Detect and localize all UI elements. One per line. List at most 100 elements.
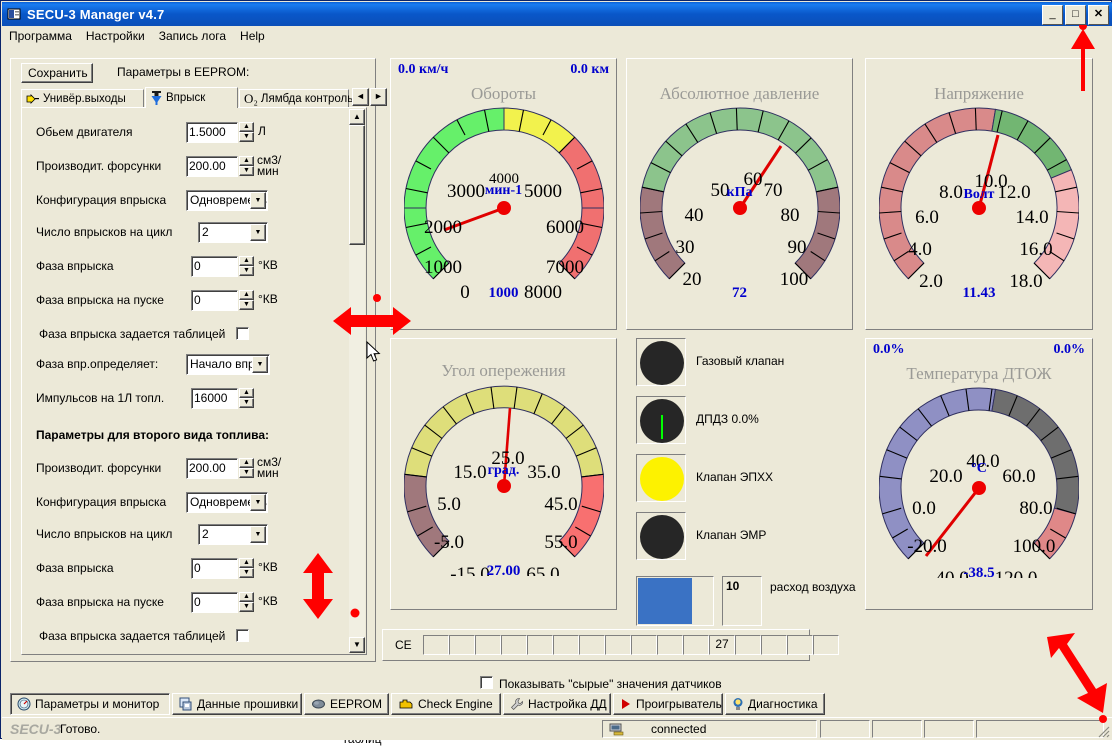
epxx-valve-lamp-box[interactable] — [636, 454, 686, 502]
close-button[interactable]: ✕ — [1088, 5, 1109, 25]
injection-phase-spinner[interactable]: ▲ ▼ — [239, 256, 254, 277]
start-injection-phase-input[interactable]: 0 — [191, 290, 238, 311]
ce-cell[interactable] — [527, 635, 553, 655]
injector-flow-spinner[interactable]: ▲ ▼ — [239, 156, 254, 177]
form-scrollbar[interactable]: ▲ ▼ — [349, 109, 365, 653]
phase-by-table-checkbox[interactable] — [236, 327, 249, 340]
resize-grip[interactable] — [1096, 724, 1110, 738]
gauge-unit: кПа — [726, 185, 753, 200]
chevron-down-icon[interactable]: ▼ — [250, 526, 266, 543]
bottom-tab-check-engine[interactable]: Check Engine — [391, 693, 501, 715]
menu-nastroyki[interactable]: Настройки — [79, 27, 152, 45]
engine-volume-spinner[interactable]: ▲ ▼ — [239, 122, 254, 143]
ce-cell[interactable] — [449, 635, 475, 655]
ce-cell[interactable] — [553, 635, 579, 655]
spin-down[interactable]: ▼ — [239, 602, 254, 612]
menu-help[interactable]: Help — [233, 27, 272, 45]
spin-down[interactable]: ▼ — [239, 266, 254, 276]
bottom-tab-player[interactable]: Проигрыватель — [613, 693, 723, 715]
injector-flow-input[interactable]: 200.00 — [186, 156, 238, 177]
spin-up[interactable]: ▲ — [239, 290, 254, 300]
maximize-button[interactable]: □ — [1065, 5, 1086, 25]
scroll-thumb[interactable] — [349, 125, 365, 245]
spin-up[interactable]: ▲ — [239, 558, 254, 568]
spin-down[interactable]: ▼ — [239, 398, 254, 408]
ce-cell[interactable]: 27 — [709, 635, 735, 655]
menu-programma[interactable]: Программа — [2, 27, 79, 45]
menu-zapis-loga[interactable]: Запись лога — [152, 27, 233, 45]
scroll-down-button[interactable]: ▼ — [349, 637, 365, 653]
pulses-per-liter-spinner[interactable]: ▲ ▼ — [239, 388, 254, 409]
spin-up[interactable]: ▲ — [239, 458, 254, 468]
tab-univer-vyhody[interactable]: Унивёр.выходы — [21, 89, 144, 107]
tab-lambda-kontrol[interactable]: O₂ Лямбда контроль — [239, 89, 353, 107]
ce-cell[interactable] — [787, 635, 813, 655]
ce-cell[interactable] — [605, 635, 631, 655]
tab-vprysk[interactable]: Впрыск — [145, 87, 238, 108]
bottom-tab-parameters[interactable]: Параметры и монитор — [10, 693, 170, 715]
spin-up[interactable]: ▲ — [239, 156, 254, 166]
phase-by-table2-checkbox[interactable] — [236, 629, 249, 642]
phase-defines-combo[interactable]: Начало впр. ▼ — [186, 354, 270, 375]
chevron-down-icon[interactable]: ▼ — [250, 192, 266, 209]
spin-up[interactable]: ▲ — [239, 388, 254, 398]
field-label: Число впрысков на цикл — [36, 527, 173, 541]
gas-valve-lamp-box[interactable] — [636, 338, 686, 386]
spin-down[interactable]: ▼ — [239, 300, 254, 310]
svg-text:14.0: 14.0 — [1015, 207, 1048, 228]
engine-volume-input[interactable]: 1.5000 — [186, 122, 238, 143]
start-injection-phase-spinner[interactable]: ▲ ▼ — [239, 290, 254, 311]
spin-down[interactable]: ▼ — [239, 468, 254, 478]
spin-down[interactable]: ▼ — [239, 568, 254, 578]
injector-flow2-input[interactable]: 200.00 — [186, 458, 238, 479]
bottom-tab-eeprom[interactable]: EEPROM — [304, 693, 389, 715]
ce-cell[interactable] — [683, 635, 709, 655]
minimize-button[interactable]: _ — [1042, 5, 1063, 25]
injection-phase2-input[interactable]: 0 — [191, 558, 238, 579]
pulses-per-liter-input[interactable]: 16000 — [191, 388, 238, 409]
injection-phase2-spinner[interactable]: ▲ ▼ — [239, 558, 254, 579]
ce-cell[interactable] — [813, 635, 839, 655]
injector-flow2-spinner[interactable]: ▲ ▼ — [239, 458, 254, 479]
ce-cell[interactable] — [501, 635, 527, 655]
spin-down[interactable]: ▼ — [239, 166, 254, 176]
field-unit: °КВ — [258, 292, 278, 306]
chevron-down-icon[interactable]: ▼ — [250, 494, 266, 511]
ce-cell[interactable] — [735, 635, 761, 655]
injection-config-combo[interactable]: Одновремень ▼ — [186, 190, 268, 211]
ce-cell[interactable] — [657, 635, 683, 655]
bottom-tab-diagnostics[interactable]: Диагностика — [725, 693, 825, 715]
injections-per-cycle-combo[interactable]: 2 ▼ — [198, 222, 268, 243]
phase-defines2-combo[interactable]: Начало впр. ▼ — [186, 654, 270, 655]
airflow-value-box: 10 — [722, 576, 762, 626]
spin-down[interactable]: ▼ — [239, 132, 254, 142]
chevron-down-icon[interactable]: ▼ — [252, 356, 268, 373]
tab-scroll-left-button[interactable]: ◄ — [352, 88, 369, 106]
tab-scroll-right-button[interactable]: ► — [370, 88, 387, 106]
gauge-title: Угол опережения — [441, 361, 566, 380]
ce-cell[interactable] — [631, 635, 657, 655]
spin-up[interactable]: ▲ — [239, 122, 254, 132]
emr-valve-lamp-box[interactable] — [636, 512, 686, 560]
chevron-down-icon[interactable]: ▼ — [250, 224, 266, 241]
ce-cell[interactable] — [423, 635, 449, 655]
start-injection-phase2-input[interactable]: 0 — [191, 592, 238, 613]
ce-cell[interactable] — [579, 635, 605, 655]
field-unit: см3/ мин — [257, 153, 282, 178]
ce-cell[interactable] — [761, 635, 787, 655]
bottom-tab-dd-settings[interactable]: Настройка ДД — [503, 693, 611, 715]
ce-cell[interactable] — [475, 635, 501, 655]
injection-phase-input[interactable]: 0 — [191, 256, 238, 277]
svg-text:-20.0: -20.0 — [907, 536, 947, 557]
svg-text:16.0: 16.0 — [1019, 239, 1052, 260]
injection-config2-combo[interactable]: Одновремень ▼ — [186, 492, 268, 513]
start-injection-phase2-spinner[interactable]: ▲ ▼ — [239, 592, 254, 613]
save-button[interactable]: Сохранить — [21, 63, 93, 83]
scroll-up-button[interactable]: ▲ — [349, 109, 365, 125]
bottom-tab-firmware[interactable]: Данные прошивки — [172, 693, 302, 715]
spin-up[interactable]: ▲ — [239, 256, 254, 266]
spin-up[interactable]: ▲ — [239, 592, 254, 602]
injections-per-cycle2-combo[interactable]: 2 ▼ — [198, 524, 268, 545]
raw-values-checkbox[interactable] — [480, 676, 493, 689]
throttle-position-lamp-box[interactable] — [636, 396, 686, 444]
